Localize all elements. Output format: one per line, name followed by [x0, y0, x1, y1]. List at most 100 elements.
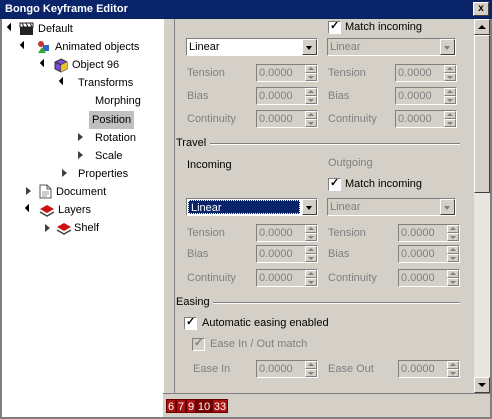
spin-up-icon[interactable]: [447, 270, 459, 278]
spin-up-icon[interactable]: [305, 88, 317, 96]
tree-item-transforms[interactable]: Transforms: [78, 74, 133, 92]
spin-down-icon[interactable]: [305, 254, 317, 262]
ease-in-spinner[interactable]: 0.0000: [256, 360, 318, 378]
scroll-up-icon[interactable]: [474, 19, 490, 35]
top-bias-in-spinner[interactable]: 0.0000: [256, 87, 318, 105]
spin-down-icon[interactable]: [447, 233, 459, 241]
collapse-arrow-icon[interactable]: [78, 133, 83, 141]
travel-tension-out-spinner[interactable]: 0.0000: [398, 224, 460, 242]
status-badge: 6: [166, 399, 176, 413]
spin-up-icon[interactable]: [305, 225, 317, 233]
section-divider: [210, 143, 460, 145]
tree-item-scale[interactable]: Scale: [95, 147, 123, 165]
spin-up-icon[interactable]: [444, 65, 456, 73]
spin-down-icon[interactable]: [444, 73, 456, 81]
spin-down-icon[interactable]: [305, 119, 317, 127]
close-button[interactable]: x: [473, 2, 489, 16]
spin-up-icon[interactable]: [447, 361, 459, 369]
spin-down-icon[interactable]: [305, 96, 317, 104]
chevron-down-icon[interactable]: [302, 199, 317, 215]
spin-down-icon[interactable]: [305, 278, 317, 286]
chevron-down-icon[interactable]: [440, 39, 455, 55]
scene-tree[interactable]: Default Animated objects Object 96 Trans…: [2, 19, 163, 417]
spin-up-icon[interactable]: [305, 361, 317, 369]
travel-incoming-interp-select[interactable]: Linear: [186, 198, 318, 216]
collapse-arrow-icon[interactable]: [26, 187, 31, 195]
travel-incoming-label: Incoming: [187, 159, 232, 171]
top-match-incoming-checkbox[interactable]: ✓: [328, 20, 341, 34]
travel-continuity-in-spinner[interactable]: 0.0000: [256, 269, 318, 287]
travel-continuity-out-spinner[interactable]: 0.0000: [398, 269, 460, 287]
expand-arrow-icon[interactable]: [58, 76, 68, 86]
spin-down-icon[interactable]: [447, 369, 459, 377]
spin-down-icon[interactable]: [447, 254, 459, 262]
top-outgoing-interp-value: Linear: [330, 41, 361, 53]
keyframe-properties-panel: ✓ Match incoming Linear Linear Tension 0…: [175, 19, 474, 393]
chevron-down-icon[interactable]: [302, 39, 317, 55]
check-mark-icon: ✓: [194, 337, 204, 349]
travel-tension-in-spinner[interactable]: 0.0000: [256, 224, 318, 242]
travel-continuity-label: Continuity: [187, 272, 236, 284]
scroll-down-icon[interactable]: [474, 377, 490, 393]
top-outgoing-interp-select[interactable]: Linear: [327, 38, 456, 56]
spin-up-icon[interactable]: [444, 88, 456, 96]
top-incoming-interp-select[interactable]: Linear: [186, 38, 318, 56]
top-bias-label: Bias: [187, 90, 209, 102]
spin-down-icon[interactable]: [447, 278, 459, 286]
spinner-value: 0.0000: [401, 363, 435, 375]
expand-arrow-icon[interactable]: [39, 58, 49, 68]
top-continuity-out-label: Continuity: [328, 113, 377, 125]
expand-arrow-icon[interactable]: [24, 203, 34, 213]
document-icon: [39, 184, 54, 199]
collapse-arrow-icon[interactable]: [78, 151, 83, 159]
tree-item-document[interactable]: Document: [56, 183, 106, 201]
spin-up-icon[interactable]: [305, 270, 317, 278]
top-continuity-label: Continuity: [187, 113, 236, 125]
spin-up-icon[interactable]: [447, 225, 459, 233]
tree-item-rotation[interactable]: Rotation: [95, 129, 136, 147]
tree-item-object-96[interactable]: Object 96: [72, 56, 119, 74]
expand-arrow-icon[interactable]: [19, 40, 29, 50]
tree-item-default[interactable]: Default: [38, 20, 73, 38]
spin-down-icon[interactable]: [305, 233, 317, 241]
tree-item-position[interactable]: Position: [89, 111, 135, 129]
auto-easing-checkbox[interactable]: ✓: [184, 316, 197, 330]
top-bias-out-spinner[interactable]: 0.0000: [395, 87, 457, 105]
travel-bias-out-spinner[interactable]: 0.0000: [398, 245, 460, 263]
ease-match-checkbox[interactable]: ✓: [192, 337, 205, 351]
collapse-arrow-icon[interactable]: [62, 169, 67, 177]
spin-down-icon[interactable]: [305, 369, 317, 377]
check-mark-icon: ✓: [330, 20, 340, 32]
travel-outgoing-interp-select[interactable]: Linear: [327, 198, 456, 216]
vertical-scrollbar[interactable]: [474, 19, 490, 393]
spinner-value: 0.0000: [259, 363, 293, 375]
top-continuity-in-spinner[interactable]: 0.0000: [256, 110, 318, 128]
top-tension-in-spinner[interactable]: 0.0000: [256, 64, 318, 82]
travel-tension-label: Tension: [187, 227, 225, 239]
travel-bias-in-spinner[interactable]: 0.0000: [256, 245, 318, 263]
spin-down-icon[interactable]: [444, 96, 456, 104]
top-tension-out-spinner[interactable]: 0.0000: [395, 64, 457, 82]
tree-item-shelf[interactable]: Shelf: [74, 219, 99, 237]
pane-splitter[interactable]: [163, 19, 175, 417]
chevron-down-icon[interactable]: [440, 199, 455, 215]
tree-item-properties[interactable]: Properties: [78, 165, 128, 183]
auto-easing-label: Automatic easing enabled: [202, 317, 329, 329]
window-title: Bongo Keyframe Editor: [5, 3, 128, 15]
tree-item-animated-objects[interactable]: Animated objects: [55, 38, 139, 56]
tree-item-layers[interactable]: Layers: [58, 201, 91, 219]
ease-out-spinner[interactable]: 0.0000: [398, 360, 460, 378]
top-continuity-out-spinner[interactable]: 0.0000: [395, 110, 457, 128]
spin-up-icon[interactable]: [305, 111, 317, 119]
spin-down-icon[interactable]: [305, 73, 317, 81]
expand-arrow-icon[interactable]: [6, 22, 16, 32]
spin-up-icon[interactable]: [305, 65, 317, 73]
tree-item-morphing[interactable]: Morphing: [95, 92, 141, 110]
spin-up-icon[interactable]: [444, 111, 456, 119]
scroll-thumb[interactable]: [474, 35, 490, 193]
travel-match-incoming-checkbox[interactable]: ✓: [328, 177, 341, 191]
spin-up-icon[interactable]: [447, 246, 459, 254]
spin-down-icon[interactable]: [444, 119, 456, 127]
collapse-arrow-icon[interactable]: [45, 224, 50, 232]
spin-up-icon[interactable]: [305, 246, 317, 254]
